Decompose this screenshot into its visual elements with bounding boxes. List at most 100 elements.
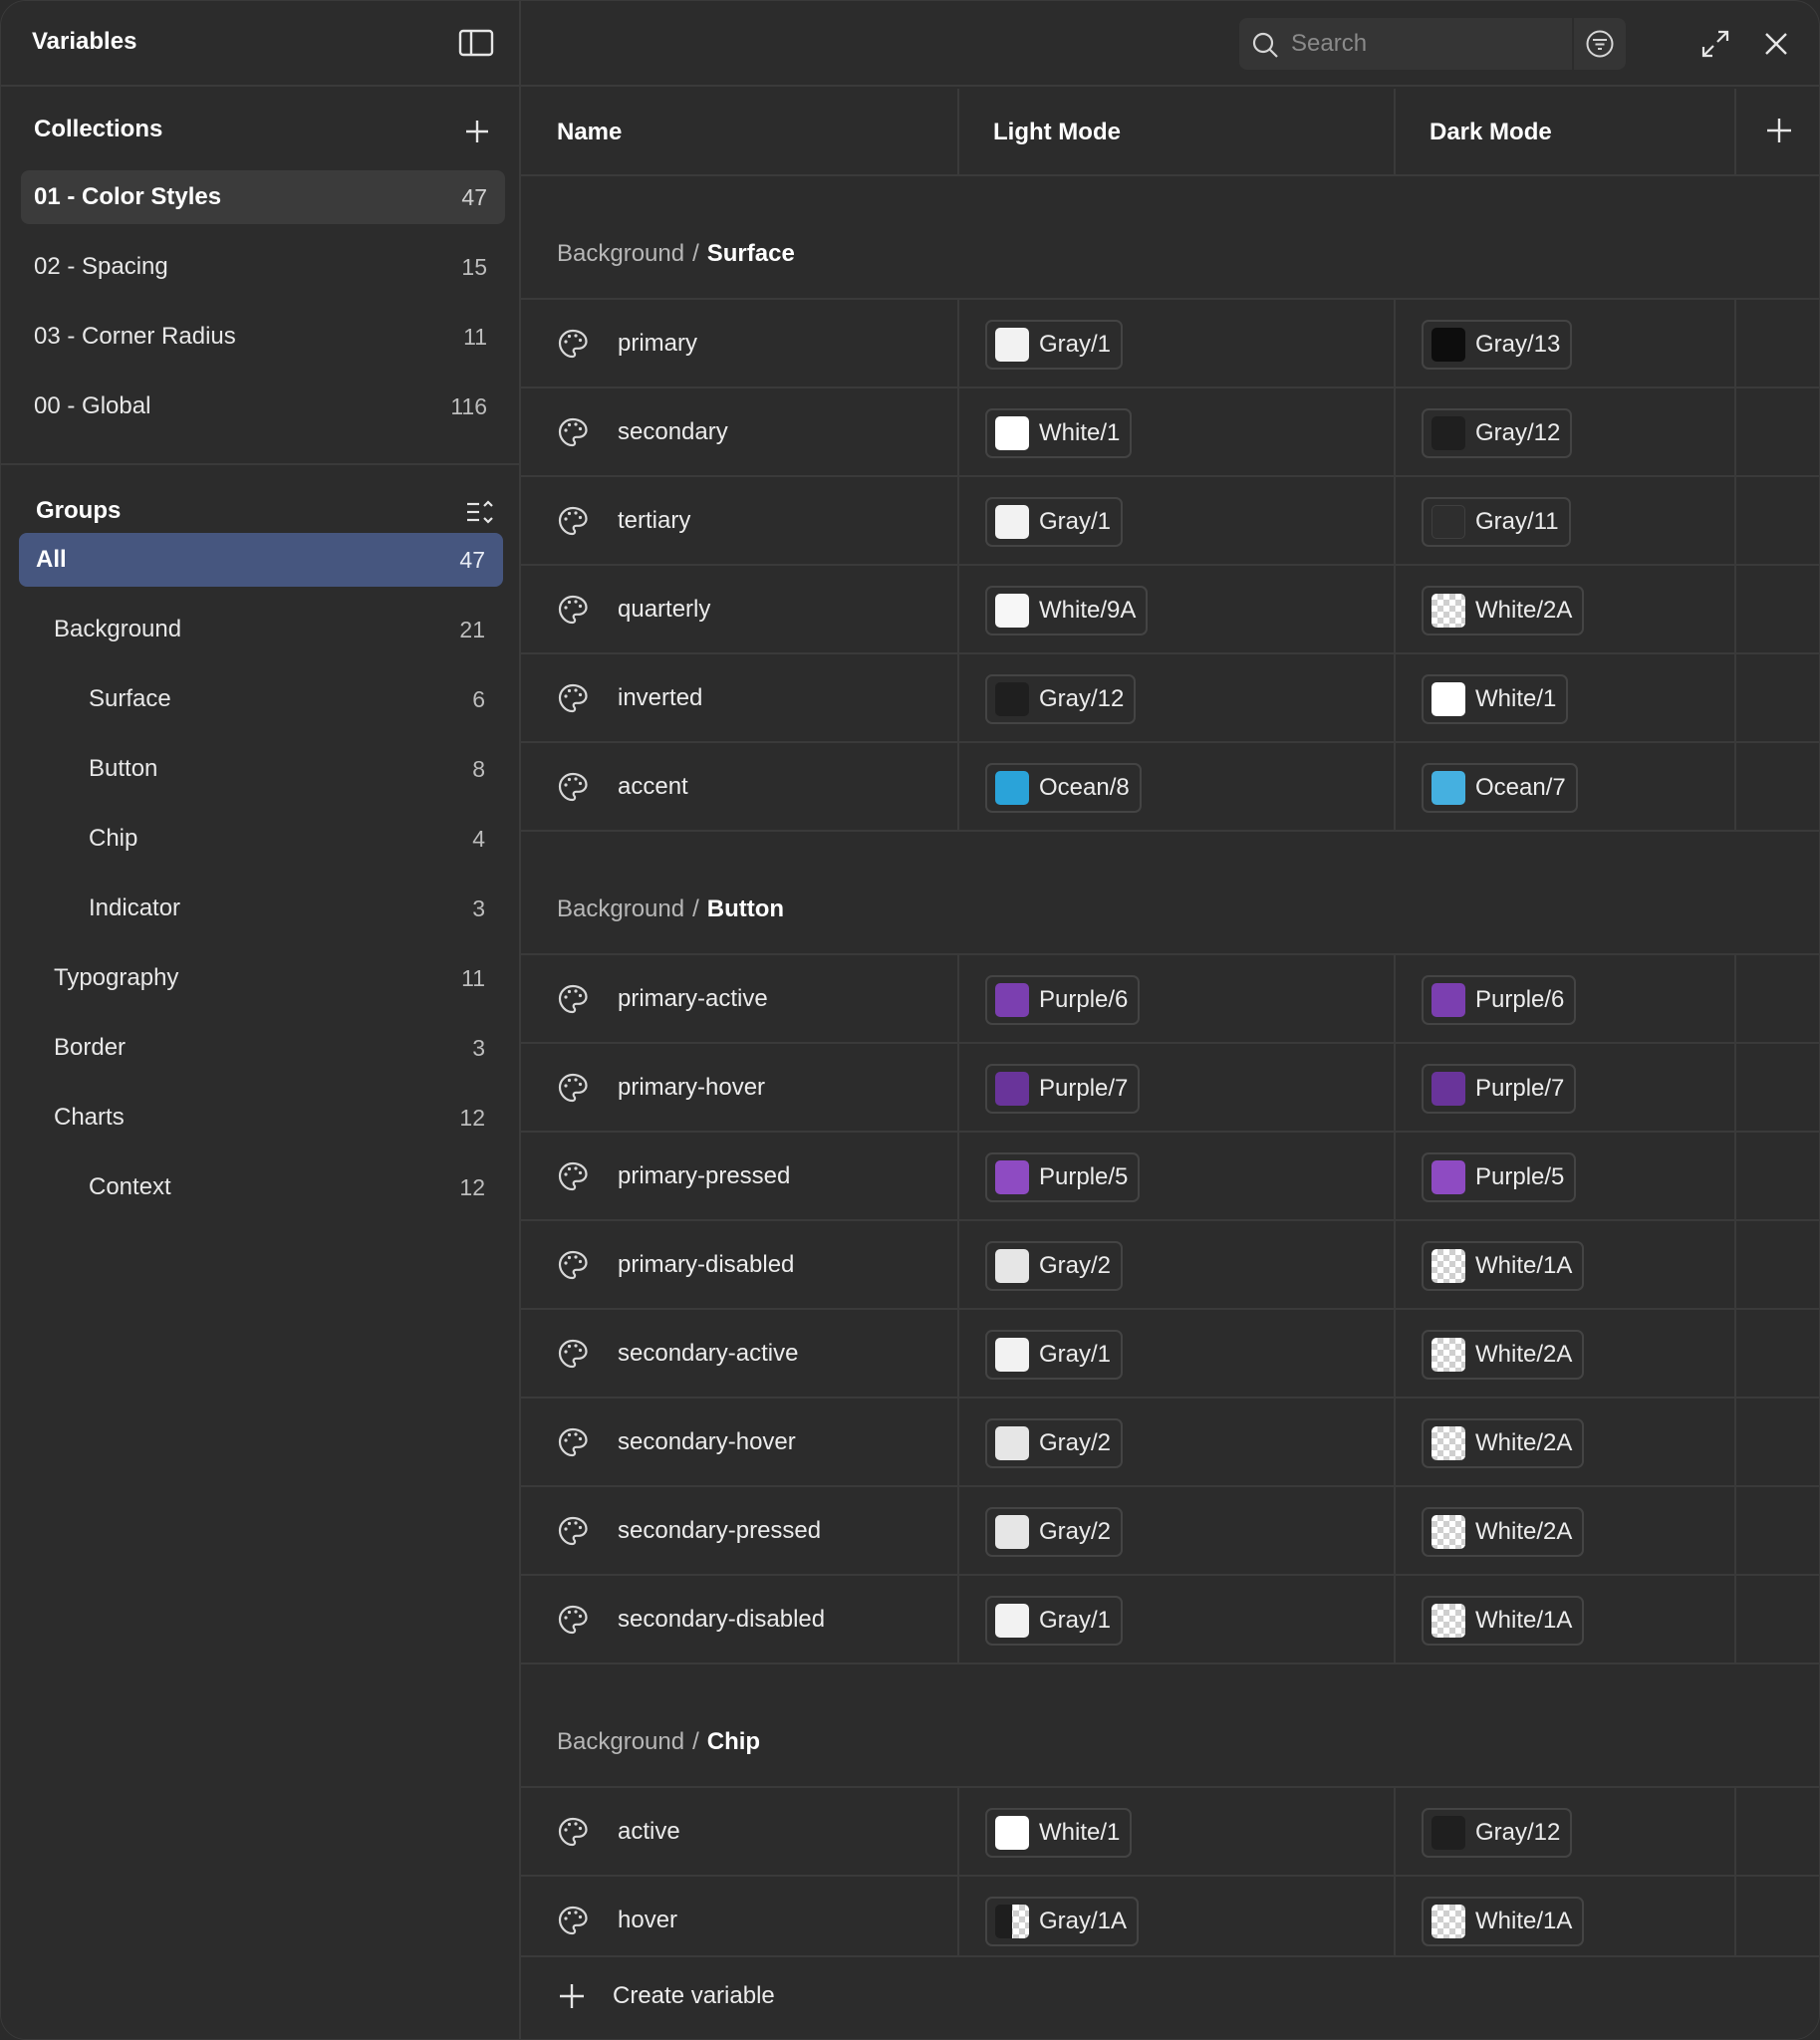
value-chip[interactable]: White/2A [1422,1507,1585,1557]
table-row[interactable]: accent Ocean/8 Ocean/7 [521,743,1819,832]
value-chip[interactable]: Gray/1 [985,1596,1124,1646]
value-chip[interactable]: Gray/2 [985,1418,1124,1468]
table-row[interactable]: tertiary Gray/1 Gray/11 [521,477,1819,566]
table-row[interactable]: primary-hover Purple/7 Purple/7 [521,1044,1819,1133]
group-item[interactable]: Typography 11 [19,951,503,1005]
variable-name[interactable]: secondary-disabled [618,1606,825,1634]
group-separator: / [692,1728,699,1755]
value-chip[interactable]: Gray/2 [985,1241,1124,1291]
palette-icon [557,983,589,1015]
table-row[interactable]: active White/1 Gray/12 [521,1788,1819,1877]
expand-icon[interactable] [1700,29,1730,59]
collection-item[interactable]: 01 - Color Styles 47 [21,170,505,224]
table-row[interactable]: secondary White/1 Gray/12 [521,388,1819,477]
table-row[interactable]: secondary-pressed Gray/2 White/2A [521,1487,1819,1576]
variable-name[interactable]: active [618,1818,680,1846]
table-row[interactable]: secondary-active Gray/1 White/2A [521,1310,1819,1399]
table-row[interactable]: primary-pressed Purple/5 Purple/5 [521,1133,1819,1221]
close-icon[interactable] [1762,30,1790,58]
group-item[interactable]: Chip 4 [19,812,503,866]
create-variable-button[interactable]: Create variable [557,1981,775,2011]
value-chip[interactable]: White/2A [1422,1418,1585,1468]
variable-name[interactable]: primary-pressed [618,1162,790,1190]
column-divider [957,89,959,176]
value-chip[interactable]: Ocean/8 [985,763,1142,813]
collection-item[interactable]: 02 - Spacing 15 [21,240,505,294]
group-item[interactable]: Surface 6 [19,672,503,726]
table-row[interactable]: primary-active Purple/6 Purple/6 [521,955,1819,1044]
sort-groups-icon[interactable] [465,498,495,528]
variable-name[interactable]: primary-hover [618,1074,765,1102]
value-chip[interactable]: Purple/6 [985,975,1141,1025]
variable-name[interactable]: primary-active [618,985,768,1013]
value-chip[interactable]: Purple/5 [985,1152,1141,1202]
variable-name[interactable]: tertiary [618,507,690,535]
value-chip[interactable]: Ocean/7 [1422,763,1578,813]
group-item[interactable]: Charts 12 [19,1091,503,1145]
variable-name[interactable]: secondary [618,418,728,446]
value-chip[interactable]: Gray/12 [1422,1808,1573,1858]
color-swatch [995,416,1029,450]
column-header-name[interactable]: Name [557,119,622,146]
value-chip[interactable]: Purple/5 [1422,1152,1577,1202]
table-row[interactable]: quarterly White/9A White/2A [521,566,1819,654]
add-collection-icon[interactable] [462,117,492,146]
table-row[interactable]: inverted Gray/12 White/1 [521,654,1819,743]
value-chip[interactable]: White/1A [1422,1241,1585,1291]
value-chip[interactable]: Gray/1A [985,1897,1140,1946]
variable-name[interactable]: primary-disabled [618,1251,794,1279]
group-item[interactable]: Background 21 [19,603,503,656]
column-header-light-mode[interactable]: Light Mode [993,119,1121,146]
value-chip[interactable]: White/1 [1422,674,1569,724]
filter-button[interactable] [1572,18,1626,70]
variable-name[interactable]: primary [618,330,697,358]
table-row[interactable]: primary-disabled Gray/2 White/1A [521,1221,1819,1310]
group-item[interactable]: Border 3 [19,1021,503,1075]
color-swatch [1431,1160,1465,1194]
variable-name[interactable]: secondary-hover [618,1428,796,1456]
table-row[interactable]: hover Gray/1A White/1A [521,1877,1819,1965]
table-row[interactable]: secondary-disabled Gray/1 White/1A [521,1576,1819,1664]
value-chip[interactable]: Gray/13 [1422,320,1573,370]
collection-item[interactable]: 00 - Global 116 [21,380,505,433]
value-chip[interactable]: Gray/1 [985,497,1124,547]
column-header-dark-mode[interactable]: Dark Mode [1430,119,1552,146]
value-chip[interactable]: White/9A [985,586,1149,636]
value-chip[interactable]: White/1 [985,408,1133,458]
value-chip[interactable]: Gray/12 [985,674,1137,724]
sidebar-toggle-icon[interactable] [458,28,494,58]
variable-name[interactable]: hover [618,1907,677,1934]
value-chip[interactable]: Gray/1 [985,1330,1124,1380]
value-chip[interactable]: Gray/11 [1422,497,1571,547]
variable-name[interactable]: secondary-active [618,1340,798,1368]
group-item-all[interactable]: All 47 [19,533,503,587]
value-chip[interactable]: Gray/2 [985,1507,1124,1557]
value-chip[interactable]: White/2A [1422,1330,1585,1380]
value-chip[interactable]: White/1A [1422,1596,1585,1646]
value-chip[interactable]: White/2A [1422,586,1585,636]
value-chip[interactable]: Gray/1 [985,320,1124,370]
table-row[interactable]: secondary-hover Gray/2 White/2A [521,1399,1819,1487]
value-chip[interactable]: White/1 [985,1808,1133,1858]
column-divider [1734,1399,1736,1487]
value-chip[interactable]: White/1A [1422,1897,1585,1946]
search-input[interactable] [1291,18,1550,70]
variable-name[interactable]: secondary-pressed [618,1517,821,1545]
value-chip[interactable]: Purple/6 [1422,975,1577,1025]
variable-name[interactable]: accent [618,773,688,801]
search-icon [1251,31,1279,59]
variable-name[interactable]: inverted [618,684,702,712]
sidebar-header: Variables [1,1,519,87]
group-item[interactable]: Indicator 3 [19,882,503,935]
value-label: Ocean/8 [1039,774,1130,801]
value-chip[interactable]: Gray/12 [1422,408,1573,458]
group-item[interactable]: Button 8 [19,742,503,796]
value-chip[interactable]: Purple/7 [985,1064,1141,1114]
collection-item[interactable]: 03 - Corner Radius 11 [21,310,505,364]
group-item[interactable]: Context 12 [19,1160,503,1214]
add-mode-icon[interactable] [1764,116,1794,145]
table-row[interactable]: primary Gray/1 Gray/13 [521,300,1819,388]
group-label: Charts [54,1104,125,1131]
variable-name[interactable]: quarterly [618,596,710,624]
value-chip[interactable]: Purple/7 [1422,1064,1577,1114]
